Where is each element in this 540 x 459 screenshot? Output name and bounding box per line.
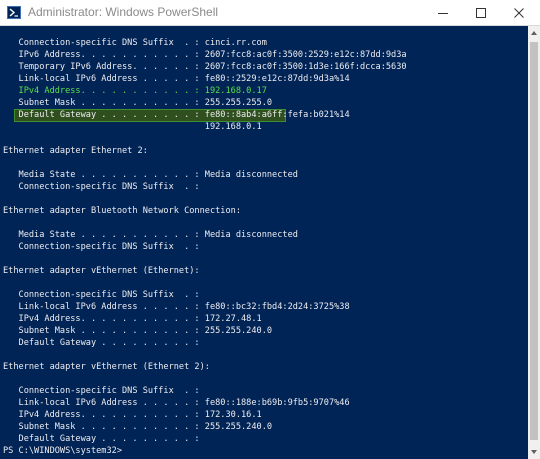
console-line: Default Gateway . . . . . . . . . : fe80… [3, 110, 350, 120]
console-line: Ethernet adapter vEthernet (Ethernet 2): [3, 362, 210, 372]
console-line: Default Gateway . . . . . . . . . : [3, 434, 200, 444]
console-line: Ethernet adapter vEthernet (Ethernet): [3, 266, 200, 276]
console-line: Connection-specific DNS Suffix . : [3, 182, 200, 192]
console-line: Ethernet adapter Ethernet 2: [3, 146, 148, 156]
console-line: Ethernet adapter Bluetooth Network Conne… [3, 206, 241, 216]
console-line: 192.168.0.1 [3, 122, 262, 132]
title-bar[interactable]: Administrator: Windows PowerShell [0, 0, 540, 26]
minimize-button[interactable] [424, 0, 462, 25]
console-line: Subnet Mask . . . . . . . . . . . : 255.… [3, 422, 273, 432]
console-line: IPv4 Address. . . . . . . . . . . : 172.… [3, 314, 262, 324]
scroll-thumb[interactable] [530, 42, 538, 440]
scroll-down-button[interactable] [528, 445, 540, 459]
close-button[interactable] [500, 0, 538, 25]
console-line: Connection-specific DNS Suffix . : [3, 386, 200, 396]
console-line: Link-local IPv6 Address . . . . . : fe80… [3, 302, 350, 312]
close-icon [514, 8, 524, 18]
scroll-up-button[interactable] [528, 26, 540, 40]
console-line: Connection-specific DNS Suffix . : [3, 290, 200, 300]
console-line: IPv4 Address. . . . . . . . . . . : 192.… [3, 86, 267, 96]
console-line: Link-local IPv6 Address . . . . . : fe80… [3, 74, 350, 84]
console-line: Default Gateway . . . . . . . . . : [3, 338, 200, 348]
console-line: Media State . . . . . . . . . . . : Medi… [3, 230, 298, 240]
console-line: Subnet Mask . . . . . . . . . . . : 255.… [3, 326, 273, 336]
console-line: Subnet Mask . . . . . . . . . . . : 255.… [3, 98, 273, 108]
maximize-button[interactable] [462, 0, 500, 25]
minimize-icon [438, 13, 448, 14]
console-line: Media State . . . . . . . . . . . : Medi… [3, 170, 298, 180]
chevron-down-icon [531, 450, 537, 454]
console-line: Connection-specific DNS Suffix . : [3, 242, 200, 252]
chevron-up-icon [531, 31, 537, 35]
console-line: IPv4 Address. . . . . . . . . . . : 172.… [3, 410, 262, 420]
command-prompt: PS C:\WINDOWS\system32> [3, 446, 122, 456]
powershell-icon [7, 6, 21, 19]
vertical-scrollbar[interactable] [528, 26, 540, 459]
console-line: Link-local IPv6 Address . . . . . : fe80… [3, 398, 350, 408]
maximize-icon [476, 8, 486, 18]
console-line: Connection-specific DNS Suffix . : cinci… [3, 38, 267, 48]
window-title: Administrator: Windows PowerShell [28, 5, 219, 19]
console-line: Temporary IPv6 Address. . . . . . : 2607… [3, 62, 407, 72]
powershell-window: Administrator: Windows PowerShell Connec… [0, 0, 540, 459]
console-output[interactable]: Connection-specific DNS Suffix . : cinci… [0, 26, 528, 459]
console-line: IPv6 Address. . . . . . . . . . . : 2607… [3, 50, 407, 60]
